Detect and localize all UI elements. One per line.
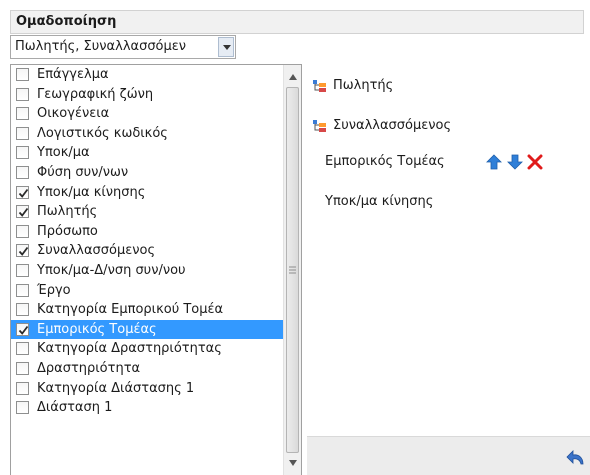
- field-label: Υποκ/μα: [37, 145, 90, 161]
- row-actions: [486, 152, 590, 172]
- field-checkbox[interactable]: [16, 381, 29, 395]
- group-selector-dropdown[interactable]: Πωλητής, Συναλλασσόμεν: [10, 35, 236, 59]
- field-label: Υποκ/μα-Δ/νση συν/νου: [37, 262, 186, 278]
- field-label: Γεωγραφική ζώνη: [37, 86, 154, 102]
- hierarchy-icon: [313, 80, 326, 92]
- field-checkbox[interactable]: [16, 224, 29, 238]
- tree-child-label: Υποκ/μα κίνησης: [325, 194, 434, 209]
- field-checkbox[interactable]: [16, 263, 29, 277]
- field-checkbox[interactable]: [16, 342, 29, 356]
- field-label: Πρόσωπο: [37, 223, 98, 239]
- dropdown-button[interactable]: [218, 37, 234, 57]
- field-list-item[interactable]: Λογιστικός κωδικός: [11, 124, 284, 144]
- field-list[interactable]: Επάγγελμα Γεωγραφική ζώνη Οικογένεια Λογιστ…: [10, 64, 302, 475]
- field-label: Κατηγορία Εμπορικού Τομέα: [37, 302, 224, 318]
- field-list-item[interactable]: Υποκ/μα-Δ/νση συν/νου: [11, 261, 284, 281]
- field-checkbox[interactable]: [16, 87, 29, 101]
- field-label: Λογιστικός κωδικός: [37, 125, 168, 141]
- checkmark-icon: [18, 247, 29, 257]
- field-checkbox[interactable]: [16, 146, 29, 160]
- chevron-down-icon: [223, 45, 231, 50]
- tree-child-item[interactable]: Υποκ/μα κίνησης: [325, 192, 433, 212]
- scroll-down-icon[interactable]: [288, 459, 298, 467]
- field-label: Διάσταση 1: [37, 400, 113, 416]
- field-list-item[interactable]: Πωλητής: [11, 202, 284, 222]
- field-list-item[interactable]: Γεωγραφική ζώνη: [11, 85, 284, 105]
- field-checkbox[interactable]: [16, 361, 29, 375]
- field-list-item[interactable]: Οικογένεια: [11, 104, 284, 124]
- checkmark-icon: [18, 188, 29, 198]
- move-up-icon[interactable]: [486, 154, 502, 170]
- grouping-tree-panel: Πωλητής Συναλλασσόμενος Εμπορικός Τομέας: [307, 64, 590, 475]
- scrollbar-thumb[interactable]: [286, 87, 299, 453]
- tree-level-label: Πωλητής: [333, 78, 394, 93]
- field-checkbox[interactable]: [16, 401, 29, 415]
- field-label: Εμπορικός Τομέας: [37, 321, 157, 337]
- remove-icon[interactable]: [527, 154, 543, 170]
- undo-icon[interactable]: [565, 448, 587, 470]
- field-checkbox[interactable]: [16, 185, 29, 199]
- field-checkbox[interactable]: [16, 126, 29, 140]
- grip-icon: [289, 266, 296, 274]
- field-list-item[interactable]: Πρόσωπο: [11, 222, 284, 242]
- field-list-item[interactable]: Υποκ/μα κίνησης: [11, 183, 284, 203]
- group-selector-value: Πωλητής, Συναλλασσόμεν: [15, 39, 187, 54]
- field-label: Επάγγελμα: [37, 67, 109, 82]
- field-list-item[interactable]: Συναλλασσόμενος: [11, 241, 284, 261]
- hierarchy-icon: [313, 120, 326, 132]
- field-label: Υποκ/μα κίνησης: [37, 184, 146, 200]
- field-list-item[interactable]: Υποκ/μα: [11, 143, 284, 163]
- field-list-item[interactable]: Επάγγελμα: [11, 65, 284, 85]
- scroll-up-icon[interactable]: [288, 73, 298, 81]
- field-list-item[interactable]: Δραστηριότητα: [11, 359, 284, 379]
- field-list-item[interactable]: Έργο: [11, 281, 284, 301]
- field-label: Συναλλασσόμενος: [37, 243, 156, 259]
- field-list-item[interactable]: Κατηγορία Εμπορικού Τομέα: [11, 300, 284, 320]
- field-label: Κατηγορία Διάστασης 1: [37, 380, 195, 396]
- field-label: Φύση συν/νων: [37, 164, 129, 180]
- field-list-scrollbar[interactable]: [283, 65, 301, 475]
- field-label: Κατηγορία Δραστηριότητας: [37, 341, 222, 357]
- move-down-icon[interactable]: [507, 154, 523, 170]
- field-checkbox[interactable]: [16, 303, 29, 317]
- tree-child-item[interactable]: Εμπορικός Τομέας: [325, 152, 445, 172]
- field-label: Οικογένεια: [37, 106, 110, 122]
- field-label: Δραστηριότητα: [37, 360, 141, 376]
- panel-title: Ομαδοποίηση: [10, 10, 584, 34]
- field-list-item[interactable]: Κατηγορία Διάστασης 1: [11, 379, 284, 399]
- field-checkbox[interactable]: [16, 244, 29, 258]
- grouping-dialog: Ομαδοποίηση Πωλητής, Συναλλασσόμεν Επάγγ…: [0, 0, 590, 475]
- field-label: Έργο: [37, 282, 71, 298]
- field-checkbox[interactable]: [16, 322, 29, 336]
- field-checkbox[interactable]: [16, 205, 29, 219]
- bottom-toolbar: [307, 436, 590, 475]
- field-list-item[interactable]: Διάσταση 1: [11, 398, 284, 418]
- field-checkbox[interactable]: [16, 283, 29, 297]
- field-list-item[interactable]: Κατηγορία Δραστηριότητας: [11, 339, 284, 359]
- tree-level-label: Συναλλασσόμενος: [333, 118, 452, 133]
- field-list-rows: Επάγγελμα Γεωγραφική ζώνη Οικογένεια Λογιστ…: [11, 65, 284, 418]
- field-checkbox[interactable]: [16, 165, 29, 179]
- field-checkbox[interactable]: [16, 107, 29, 121]
- field-list-item[interactable]: Εμπορικός Τομέας: [11, 319, 284, 340]
- tree-child-label: Εμπορικός Τομέας: [325, 154, 445, 169]
- checkmark-icon: [18, 325, 29, 335]
- field-list-item[interactable]: Φύση συν/νων: [11, 163, 284, 183]
- checkmark-icon: [18, 208, 29, 218]
- field-label: Πωλητής: [37, 204, 98, 220]
- field-checkbox[interactable]: [16, 68, 29, 81]
